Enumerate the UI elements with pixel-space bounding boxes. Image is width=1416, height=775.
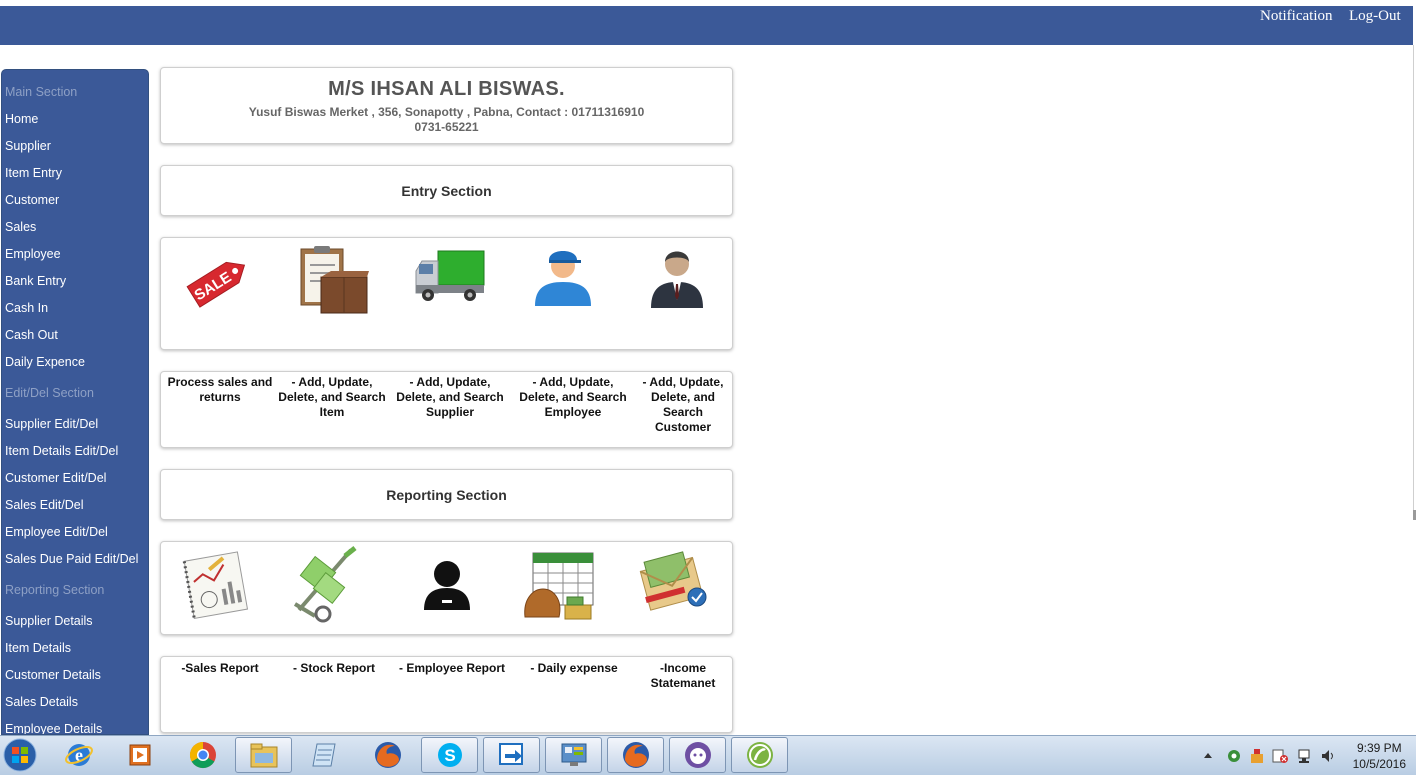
sidebar-item-cash-out[interactable]: Cash Out (5, 328, 58, 342)
company-address-line1: Yusuf Biswas Merket , 356, Sonapotty , P… (248, 105, 645, 119)
entry-desc-customer: - Add, Update, Delete, and Search Custom… (642, 375, 724, 434)
taskbar-dreamweaver[interactable] (731, 737, 788, 773)
company-address-line2: 0731-65221 (414, 120, 479, 134)
teamviewer-icon (498, 743, 523, 765)
clock-date: 10/5/2016 (1352, 757, 1406, 771)
clock-time: 9:39 PM (1356, 741, 1402, 755)
tray-network-sharing-icon[interactable] (1226, 748, 1242, 764)
entry-icons-panel: SALE (160, 237, 733, 350)
entry-section-title: Entry Section (401, 183, 492, 199)
taskbar-file-explorer[interactable] (235, 737, 292, 773)
sidebar-section-main: Main Section (5, 85, 78, 99)
sidebar-item-item-details[interactable]: Item Details (5, 641, 71, 655)
sidebar-item-cash-in[interactable]: Cash In (5, 301, 48, 315)
entry-desc-sales: Process sales and returns (167, 375, 273, 404)
skype-icon: S (437, 743, 462, 767)
control-panel-icon (561, 743, 586, 766)
worker-icon[interactable] (527, 240, 599, 312)
taskbar-notepad[interactable] (297, 737, 354, 773)
report-desc-daily-expense: - Daily expense (530, 661, 618, 675)
company-header-panel: M/S IHSAN ALI BISWAS. Yusuf Biswas Merke… (160, 67, 733, 144)
sale-tag-icon[interactable]: SALE (183, 245, 255, 317)
reporting-descriptions-panel: -Sales Report - Stock Report - Employee … (160, 656, 733, 733)
entry-desc-item: - Add, Update, Delete, and Search Item (278, 375, 386, 419)
taskbar-control-panel[interactable] (545, 737, 602, 773)
taskbar-media-player[interactable] (112, 737, 169, 773)
sidebar-item-sales-due-edit[interactable]: Sales Due Paid Edit/Del (5, 552, 138, 566)
tray-expand-icon[interactable] (1203, 748, 1213, 764)
sidebar-item-sales-edit[interactable]: Sales Edit/Del (5, 498, 84, 512)
reporting-section-title: Reporting Section (386, 487, 507, 503)
taskbar-teamviewer[interactable] (483, 737, 540, 773)
taskbar-firefox[interactable] (359, 737, 416, 773)
clipboard-box-icon[interactable] (297, 245, 369, 317)
delivery-truck-icon[interactable] (414, 243, 486, 315)
sidebar-item-employee-details[interactable]: Employee Details (5, 722, 102, 734)
sidebar-item-sales-details[interactable]: Sales Details (5, 695, 78, 709)
sidebar-item-supplier-edit[interactable]: Supplier Edit/Del (5, 417, 98, 431)
taskbar-ie[interactable]: e (50, 737, 107, 773)
employee-silhouette-icon[interactable] (411, 548, 483, 620)
sidebar: Main Section Home Supplier Item Entry Cu… (1, 69, 149, 735)
windows-start-icon (3, 738, 37, 772)
media-player-icon (129, 744, 150, 766)
taskbar-github[interactable] (669, 737, 726, 773)
calendar-money-icon[interactable] (523, 547, 595, 620)
notification-link[interactable]: Notification (1260, 8, 1332, 25)
sidebar-item-customer[interactable]: Customer (5, 193, 59, 207)
reporting-icons-panel (160, 541, 733, 635)
file-explorer-icon (250, 743, 277, 768)
taskbar: e S 9:39 PM 10/5/2016 (0, 735, 1416, 775)
firefox-icon (622, 742, 649, 768)
taskbar-firefox-2[interactable] (607, 737, 664, 773)
businessman-icon[interactable] (641, 240, 713, 312)
dreamweaver-icon (746, 742, 773, 768)
firefox-icon (374, 742, 401, 768)
sidebar-item-customer-edit[interactable]: Customer Edit/Del (5, 471, 106, 485)
entry-desc-employee: - Add, Update, Delete, and Search Employ… (519, 375, 627, 419)
ie-icon: e (64, 744, 93, 766)
entry-desc-supplier: - Add, Update, Delete, and Search Suppli… (396, 375, 504, 419)
report-desc-stock: - Stock Report (292, 661, 375, 675)
scrollbar-edge (1413, 45, 1414, 510)
start-button[interactable] (0, 737, 40, 773)
envelope-money-icon[interactable] (639, 549, 711, 621)
tray-network-icon[interactable] (1296, 748, 1312, 764)
company-name: M/S IHSAN ALI BISWAS. (328, 78, 565, 100)
entry-section-panel: Entry Section (160, 165, 733, 216)
report-desc-employee: - Employee Report (398, 661, 506, 675)
logout-link[interactable]: Log-Out (1349, 8, 1401, 25)
sidebar-item-bank-entry[interactable]: Bank Entry (5, 274, 66, 288)
sidebar-section-editdel: Edit/Del Section (5, 386, 94, 400)
tray-volume-icon[interactable] (1320, 748, 1336, 764)
sidebar-item-employee-edit[interactable]: Employee Edit/Del (5, 525, 108, 539)
tray-flag-icon[interactable] (1249, 748, 1265, 764)
sidebar-section-reporting: Reporting Section (5, 583, 105, 597)
github-icon (684, 742, 711, 768)
sales-report-icon[interactable] (181, 550, 253, 622)
company-address: Yusuf Biswas Merket , 356, Sonapotty , P… (161, 105, 732, 135)
taskbar-skype[interactable]: S (421, 737, 478, 773)
sidebar-item-supplier-details[interactable]: Supplier Details (5, 614, 93, 628)
sidebar-item-customer-details[interactable]: Customer Details (5, 668, 101, 682)
tray-security-alert-icon[interactable] (1272, 748, 1288, 764)
notepad-icon (311, 743, 336, 767)
top-navbar: Notification Log-Out (0, 6, 1413, 45)
report-desc-sales: -Sales Report (181, 661, 259, 675)
sidebar-item-item-entry[interactable]: Item Entry (5, 166, 62, 180)
sidebar-item-home[interactable]: Home (5, 112, 38, 126)
report-desc-income: -Income Statemanet (650, 661, 716, 690)
sidebar-item-item-details-edit[interactable]: Item Details Edit/Del (5, 444, 118, 458)
reporting-section-panel: Reporting Section (160, 469, 733, 520)
entry-descriptions-panel: Process sales and returns - Add, Update,… (160, 371, 733, 448)
sidebar-item-daily-expence[interactable]: Daily Expence (5, 355, 85, 369)
taskbar-chrome[interactable] (174, 737, 231, 773)
svg-text:S: S (444, 746, 455, 765)
hand-truck-icon[interactable] (289, 544, 361, 623)
chrome-icon (189, 741, 216, 769)
sidebar-item-supplier[interactable]: Supplier (5, 139, 51, 153)
taskbar-clock[interactable]: 9:39 PM 10/5/2016 (1353, 740, 1406, 772)
sidebar-item-employee[interactable]: Employee (5, 247, 61, 261)
sidebar-item-sales[interactable]: Sales (5, 220, 36, 234)
